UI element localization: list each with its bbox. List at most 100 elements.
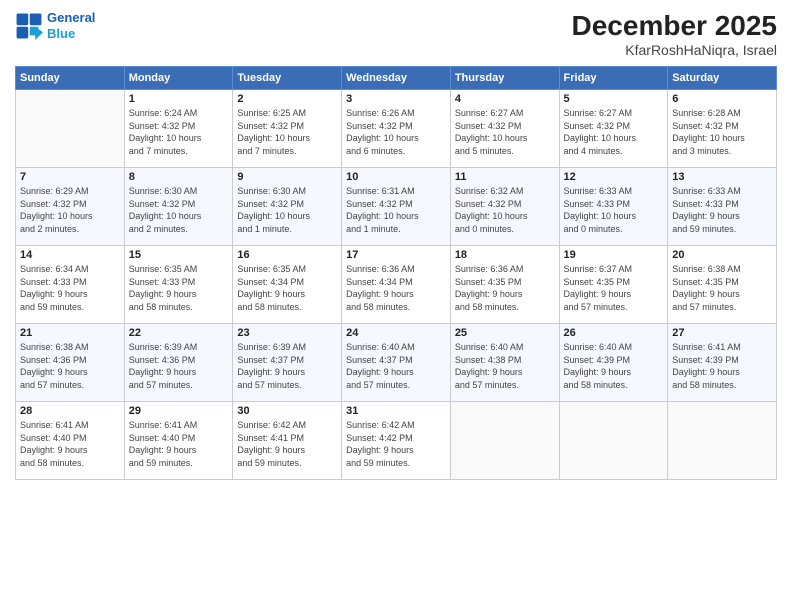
day-info: Sunrise: 6:27 AM Sunset: 4:32 PM Dayligh… xyxy=(564,107,664,157)
header: General Blue December 2025 KfarRoshHaNiq… xyxy=(15,10,777,58)
day-info: Sunrise: 6:26 AM Sunset: 4:32 PM Dayligh… xyxy=(346,107,446,157)
day-info: Sunrise: 6:38 AM Sunset: 4:35 PM Dayligh… xyxy=(672,263,772,313)
calendar-day-cell: 11 Sunrise: 6:32 AM Sunset: 4:32 PM Dayli… xyxy=(450,168,559,246)
calendar-week-row: 7 Sunrise: 6:29 AM Sunset: 4:32 PM Daylig… xyxy=(16,168,777,246)
day-info: Sunrise: 6:32 AM Sunset: 4:32 PM Dayligh… xyxy=(455,185,555,235)
title-block: December 2025 KfarRoshHaNiqra, Israel xyxy=(572,10,777,58)
day-number: 8 xyxy=(129,171,229,183)
day-info: Sunrise: 6:30 AM Sunset: 4:32 PM Dayligh… xyxy=(129,185,229,235)
calendar-day-cell: 13 Sunrise: 6:33 AM Sunset: 4:33 PM Dayli… xyxy=(668,168,777,246)
day-info: Sunrise: 6:36 AM Sunset: 4:34 PM Dayligh… xyxy=(346,263,446,313)
calendar-week-row: 14 Sunrise: 6:34 AM Sunset: 4:33 PM Dayli… xyxy=(16,246,777,324)
calendar-day-cell: 16 Sunrise: 6:35 AM Sunset: 4:34 PM Dayli… xyxy=(233,246,342,324)
day-info: Sunrise: 6:41 AM Sunset: 4:40 PM Dayligh… xyxy=(129,419,229,469)
calendar-day-cell xyxy=(16,90,125,168)
day-number: 23 xyxy=(237,327,337,339)
header-wednesday: Wednesday xyxy=(342,67,451,90)
day-number: 11 xyxy=(455,171,555,183)
calendar-day-cell: 2Sunrise: 6:25 AM Sunset: 4:32 PM Daylig… xyxy=(233,90,342,168)
day-number: 16 xyxy=(237,249,337,261)
calendar-day-cell: 6 Sunrise: 6:28 AM Sunset: 4:32 PM Daylig… xyxy=(668,90,777,168)
day-number: 9 xyxy=(237,171,337,183)
calendar-day-cell: 12 Sunrise: 6:33 AM Sunset: 4:33 PM Dayli… xyxy=(559,168,668,246)
calendar-day-cell: 9 Sunrise: 6:30 AM Sunset: 4:32 PM Daylig… xyxy=(233,168,342,246)
day-info: Sunrise: 6:24 AM Sunset: 4:32 PM Dayligh… xyxy=(129,107,229,157)
calendar-day-cell: 15 Sunrise: 6:35 AM Sunset: 4:33 PM Dayli… xyxy=(124,246,233,324)
day-info: Sunrise: 6:28 AM Sunset: 4:32 PM Dayligh… xyxy=(672,107,772,157)
calendar-day-cell: 29 Sunrise: 6:41 AM Sunset: 4:40 PM Dayli… xyxy=(124,402,233,480)
day-number: 3 xyxy=(346,93,446,105)
calendar-day-cell: 5 Sunrise: 6:27 AM Sunset: 4:32 PM Daylig… xyxy=(559,90,668,168)
header-thursday: Thursday xyxy=(450,67,559,90)
calendar-day-cell: 14 Sunrise: 6:34 AM Sunset: 4:33 PM Dayli… xyxy=(16,246,125,324)
day-number: 27 xyxy=(672,327,772,339)
day-number: 5 xyxy=(564,93,664,105)
weekday-header-row: Sunday Monday Tuesday Wednesday Thursday… xyxy=(16,67,777,90)
header-tuesday: Tuesday xyxy=(233,67,342,90)
day-info: Sunrise: 6:41 AM Sunset: 4:40 PM Dayligh… xyxy=(20,419,120,469)
calendar-day-cell: 7 Sunrise: 6:29 AM Sunset: 4:32 PM Daylig… xyxy=(16,168,125,246)
day-number: 28 xyxy=(20,405,120,417)
day-number: 7 xyxy=(20,171,120,183)
day-number: 24 xyxy=(346,327,446,339)
day-info: Sunrise: 6:27 AM Sunset: 4:32 PM Dayligh… xyxy=(455,107,555,157)
calendar-day-cell xyxy=(559,402,668,480)
logo-icon xyxy=(15,12,43,40)
day-info: Sunrise: 6:30 AM Sunset: 4:32 PM Dayligh… xyxy=(237,185,337,235)
day-number: 12 xyxy=(564,171,664,183)
day-info: Sunrise: 6:42 AM Sunset: 4:41 PM Dayligh… xyxy=(237,419,337,469)
day-number: 21 xyxy=(20,327,120,339)
day-info: Sunrise: 6:35 AM Sunset: 4:34 PM Dayligh… xyxy=(237,263,337,313)
day-number: 17 xyxy=(346,249,446,261)
header-sunday: Sunday xyxy=(16,67,125,90)
day-info: Sunrise: 6:33 AM Sunset: 4:33 PM Dayligh… xyxy=(672,185,772,235)
header-monday: Monday xyxy=(124,67,233,90)
day-number: 15 xyxy=(129,249,229,261)
calendar-week-row: 21Sunrise: 6:38 AM Sunset: 4:36 PM Dayli… xyxy=(16,324,777,402)
day-number: 1 xyxy=(129,93,229,105)
calendar-day-cell xyxy=(450,402,559,480)
day-info: Sunrise: 6:40 AM Sunset: 4:38 PM Dayligh… xyxy=(455,341,555,391)
calendar-container: General Blue December 2025 KfarRoshHaNiq… xyxy=(0,0,792,612)
day-info: Sunrise: 6:42 AM Sunset: 4:42 PM Dayligh… xyxy=(346,419,446,469)
calendar-week-row: 1 Sunrise: 6:24 AM Sunset: 4:32 PM Daylig… xyxy=(16,90,777,168)
day-info: Sunrise: 6:29 AM Sunset: 4:32 PM Dayligh… xyxy=(20,185,120,235)
logo: General Blue xyxy=(15,10,95,41)
day-number: 29 xyxy=(129,405,229,417)
calendar-day-cell: 21Sunrise: 6:38 AM Sunset: 4:36 PM Dayli… xyxy=(16,324,125,402)
calendar-day-cell: 1 Sunrise: 6:24 AM Sunset: 4:32 PM Daylig… xyxy=(124,90,233,168)
day-number: 25 xyxy=(455,327,555,339)
day-number: 30 xyxy=(237,405,337,417)
location: KfarRoshHaNiqra, Israel xyxy=(572,42,777,58)
calendar-day-cell: 10Sunrise: 6:31 AM Sunset: 4:32 PM Dayli… xyxy=(342,168,451,246)
calendar-day-cell: 8 Sunrise: 6:30 AM Sunset: 4:32 PM Daylig… xyxy=(124,168,233,246)
calendar-day-cell: 4Sunrise: 6:27 AM Sunset: 4:32 PM Daylig… xyxy=(450,90,559,168)
day-info: Sunrise: 6:35 AM Sunset: 4:33 PM Dayligh… xyxy=(129,263,229,313)
day-number: 13 xyxy=(672,171,772,183)
calendar-day-cell: 22Sunrise: 6:39 AM Sunset: 4:36 PM Dayli… xyxy=(124,324,233,402)
day-number: 14 xyxy=(20,249,120,261)
day-number: 31 xyxy=(346,405,446,417)
calendar-day-cell: 20 Sunrise: 6:38 AM Sunset: 4:35 PM Dayli… xyxy=(668,246,777,324)
header-saturday: Saturday xyxy=(668,67,777,90)
calendar-day-cell: 27 Sunrise: 6:41 AM Sunset: 4:39 PM Dayli… xyxy=(668,324,777,402)
day-number: 20 xyxy=(672,249,772,261)
calendar-day-cell xyxy=(668,402,777,480)
calendar-day-cell: 18Sunrise: 6:36 AM Sunset: 4:35 PM Dayli… xyxy=(450,246,559,324)
month-title: December 2025 xyxy=(572,10,777,42)
header-friday: Friday xyxy=(559,67,668,90)
calendar-day-cell: 17 Sunrise: 6:36 AM Sunset: 4:34 PM Dayli… xyxy=(342,246,451,324)
day-number: 22 xyxy=(129,327,229,339)
day-info: Sunrise: 6:41 AM Sunset: 4:39 PM Dayligh… xyxy=(672,341,772,391)
day-number: 6 xyxy=(672,93,772,105)
day-info: Sunrise: 6:39 AM Sunset: 4:37 PM Dayligh… xyxy=(237,341,337,391)
day-info: Sunrise: 6:40 AM Sunset: 4:39 PM Dayligh… xyxy=(564,341,664,391)
day-number: 10 xyxy=(346,171,446,183)
calendar-day-cell: 3 Sunrise: 6:26 AM Sunset: 4:32 PM Daylig… xyxy=(342,90,451,168)
day-info: Sunrise: 6:33 AM Sunset: 4:33 PM Dayligh… xyxy=(564,185,664,235)
calendar-day-cell: 31 Sunrise: 6:42 AM Sunset: 4:42 PM Dayli… xyxy=(342,402,451,480)
day-info: Sunrise: 6:34 AM Sunset: 4:33 PM Dayligh… xyxy=(20,263,120,313)
day-info: Sunrise: 6:25 AM Sunset: 4:32 PM Dayligh… xyxy=(237,107,337,157)
calendar-day-cell: 26Sunrise: 6:40 AM Sunset: 4:39 PM Dayli… xyxy=(559,324,668,402)
calendar-table: Sunday Monday Tuesday Wednesday Thursday… xyxy=(15,66,777,480)
